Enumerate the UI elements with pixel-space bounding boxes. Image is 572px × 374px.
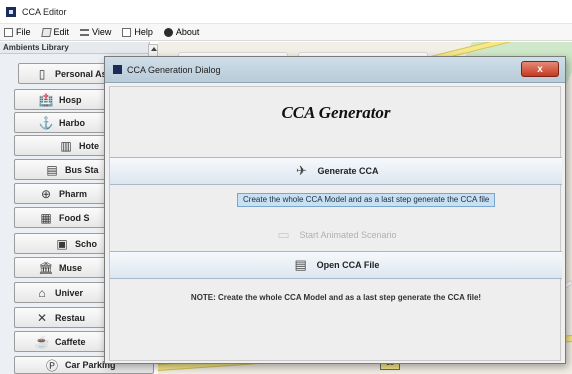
menu-about[interactable]: About [163,27,200,37]
note-text: NOTE: Create the whole CCA Model and as … [190,293,482,302]
food-store-icon: ▦ [40,210,52,225]
personal-assistant-icon: ▯ [38,66,46,81]
view-icon [80,28,90,36]
edit-icon [40,27,52,37]
dialog-titlebar[interactable]: CCA Generation Dialog x [105,57,565,83]
menu-view[interactable]: View [80,27,111,37]
pharmacy-icon: ⊕ [40,186,52,201]
dialog-title: CCA Generation Dialog [127,64,221,75]
menu-file-label: File [16,27,31,37]
close-icon: x [537,63,543,75]
menu-bar: File Edit View Help About [0,24,572,41]
cca-generation-dialog: CCA Generation Dialog x CCA Generator ✈ … [104,56,566,364]
about-icon [163,27,173,37]
hospital-icon: 🏥 [38,92,54,107]
app-title: CCA Editor [22,6,67,17]
dialog-heading: CCA Generator [281,103,391,122]
main-titlebar: CCA Editor [0,0,572,24]
rocket-icon: ✈ [296,163,307,178]
museum-icon: 🏛 [38,260,54,275]
school-icon: ▣ [56,236,68,251]
menu-edit-label: Edit [53,27,70,37]
menu-file[interactable]: File [4,27,31,37]
menu-view-label: View [92,27,112,37]
file-icon [4,27,13,37]
menu-edit[interactable]: Edit [40,27,70,37]
app-logo-icon [6,6,16,17]
menu-help[interactable]: Help [122,27,153,37]
harbour-icon: ⚓ [38,115,54,130]
document-icon: ▤ [294,257,307,272]
hotel-icon: ▥ [60,138,72,153]
generate-cca-button[interactable]: ✈ Generate CCA [110,157,562,185]
dialog-app-icon [113,65,122,74]
bus-station-icon: ▤ [46,162,58,177]
coffee-icon: ☕ [34,334,50,349]
close-button[interactable]: x [521,61,559,77]
menu-help-label: Help [134,27,153,37]
restaurant-icon: ✕ [36,310,48,325]
car-parking-icon: Ⓟ [45,358,58,373]
dialog-body: CCA Generator ✈ Generate CCA ▭ Start Ani… [109,86,562,361]
help-icon [122,27,132,37]
monitor-icon: ▭ [277,227,290,242]
library-header: Ambients Library [0,42,149,54]
start-animated-scenario-button[interactable]: ▭ Start Animated Scenario [110,221,562,249]
generate-tooltip: Create the whole CCA Model and as a last… [237,193,496,207]
menu-about-label: About [175,27,200,37]
open-cca-file-button[interactable]: ▤ Open CCA File [110,251,562,279]
university-icon: ⌂ [38,285,46,300]
